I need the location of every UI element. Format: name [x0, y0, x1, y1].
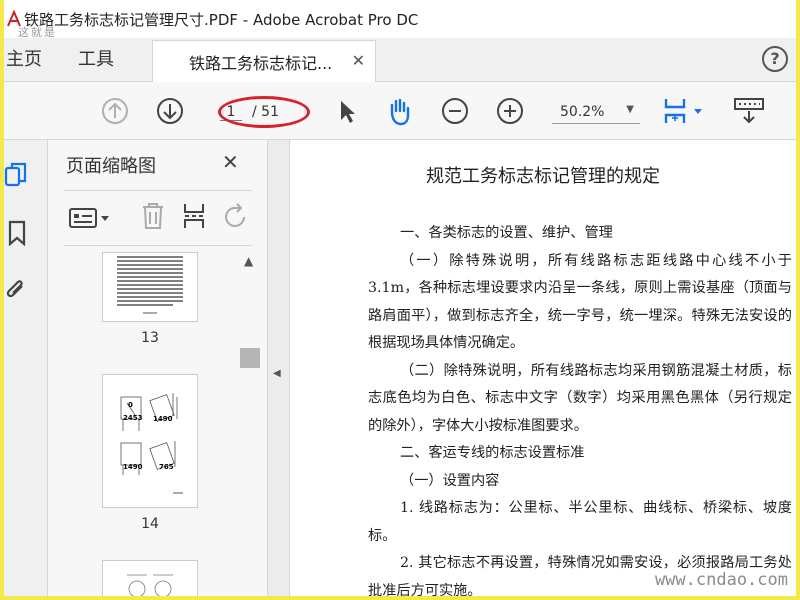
page-thumbnail-13[interactable]: [102, 252, 198, 322]
acrobat-window: 铁路工务标志标记管理尺寸.PDF - Adobe Acrobat Pro DC …: [4, 0, 796, 596]
collapse-panel-handle[interactable]: ◀: [268, 140, 290, 596]
tab-document[interactable]: 铁路工务标志标记... ✕: [152, 40, 376, 82]
thumb-mark: 765: [159, 463, 174, 471]
bookmark-icon[interactable]: [6, 220, 30, 246]
thumbnail-options-icon[interactable]: [68, 207, 112, 229]
tab-document-label: 铁路工务标志标记...: [189, 53, 333, 73]
window-title: 铁路工务标志标记管理尺寸.PDF - Adobe Acrobat Pro DC: [24, 11, 419, 29]
rotate-page-icon[interactable]: [222, 203, 250, 231]
thumbnail-15-preview: [127, 574, 173, 596]
extract-page-icon[interactable]: [182, 201, 210, 231]
doc-paragraph: 1. 线路标志为：公里标、半公里标、曲线标、桥梁标、坡度标。: [368, 500, 792, 544]
chevron-left-icon: ◀: [273, 368, 281, 379]
page-thumbnails-icon[interactable]: [4, 162, 28, 188]
thumb-mark: 0: [128, 401, 133, 409]
thumbnail-scrollbar[interactable]: [240, 348, 260, 368]
red-annotation-oval: [218, 96, 310, 128]
scroll-up-icon[interactable]: ▲: [244, 254, 253, 268]
tab-tools[interactable]: 工具: [78, 38, 114, 82]
help-icon[interactable]: ?: [762, 46, 788, 72]
page-thumbnail-15[interactable]: [102, 560, 198, 596]
thumbnail-13-preview: [117, 256, 183, 314]
thumb-mark: 1490: [123, 463, 143, 471]
select-tool-icon[interactable]: [332, 96, 362, 126]
zoom-select[interactable]: 50.2% ▼: [552, 100, 640, 124]
fit-page-icon[interactable]: [662, 96, 706, 126]
delete-page-icon[interactable]: [140, 201, 166, 231]
hand-tool-icon[interactable]: [384, 96, 414, 126]
next-page-icon[interactable]: [155, 96, 185, 126]
thumbnail-14-preview: [120, 393, 183, 494]
doc-paragraph: （二）除特殊说明，所有线路标志均采用钢筋混凝土材质，标志底色均为白色、标志中文字…: [368, 362, 792, 434]
document-view[interactable]: 规范工务标志标记管理的规定 一、各类标志的设置、维护、管理 （一）除特殊说明，所…: [290, 140, 796, 596]
thumb-mark: 1490: [153, 415, 173, 423]
thumbnail-panel: 页面缩略图 ✕ ▲ 13 0 2453 1490 1490 765 14: [48, 140, 268, 596]
doc-heading-1: 一、各类标志的设置、维护、管理: [400, 225, 613, 241]
doc-subheading: （一）设置内容: [400, 472, 500, 489]
thumbnail-label: 14: [141, 516, 159, 532]
document-body: 一、各类标志的设置、维护、管理 （一）除特殊说明，所有线路标志距线路中心线不小于…: [368, 220, 792, 596]
doc-paragraph: （一）除特殊说明，所有线路标志距线路中心线不小于 3.1m，各种标志埋设要求内沿…: [368, 252, 792, 352]
keyboard-scroll-icon[interactable]: [732, 96, 766, 126]
tab-home[interactable]: 主页: [6, 38, 42, 82]
zoom-value: 50.2%: [560, 103, 605, 120]
close-panel-icon[interactable]: ✕: [222, 150, 239, 174]
close-tab-icon[interactable]: ✕: [352, 51, 365, 70]
panel-title: 页面缩略图: [66, 156, 156, 177]
doc-heading-2: 二、客运专线的标志设置标准: [400, 445, 585, 461]
thumbnail-label: 13: [141, 330, 159, 346]
panel-toolbar: [64, 190, 252, 246]
toolbar: 1 / 51 50.2% ▼: [4, 82, 796, 140]
document-title: 规范工务标志标记管理的规定: [426, 166, 660, 187]
tab-bar: 主页 工具 铁路工务标志标记... ✕ ?: [4, 38, 796, 82]
attachment-icon[interactable]: [4, 276, 28, 302]
site-watermark: www.cndao.com: [654, 570, 788, 590]
previous-page-icon[interactable]: [100, 96, 130, 126]
thumb-mark: 2453: [123, 414, 143, 422]
title-bar: 铁路工务标志标记管理尺寸.PDF - Adobe Acrobat Pro DC …: [4, 0, 796, 39]
zoom-in-icon[interactable]: [495, 96, 525, 126]
page-thumbnail-14[interactable]: 0 2453 1490 1490 765: [102, 374, 198, 508]
chevron-down-icon: ▼: [626, 104, 634, 115]
zoom-out-icon[interactable]: [440, 96, 470, 126]
left-tool-rail: [4, 140, 48, 596]
